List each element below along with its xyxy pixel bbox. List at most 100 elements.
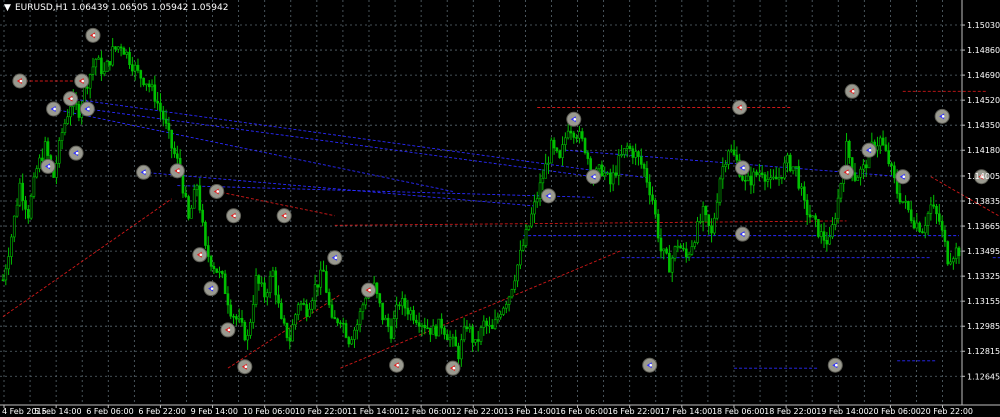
candle-body [448, 337, 452, 341]
buy-marker[interactable] [861, 142, 877, 158]
candle-body [24, 200, 27, 210]
candle-body [510, 289, 514, 298]
candle-body [268, 275, 272, 294]
buy-marker[interactable] [327, 250, 343, 266]
candle-body [299, 303, 303, 306]
time-tick-label: 5 Feb 14:00 [34, 407, 81, 416]
buy-marker[interactable] [540, 188, 556, 204]
candle-body [603, 172, 607, 177]
buy-marker[interactable] [46, 101, 62, 117]
sell-marker[interactable] [220, 322, 236, 338]
sell-marker[interactable] [192, 247, 208, 263]
candle-body [60, 132, 64, 141]
sell-marker[interactable] [74, 73, 90, 89]
buy-marker[interactable] [734, 226, 750, 242]
sell-marker[interactable] [361, 282, 377, 298]
candle-body [280, 302, 283, 319]
candle-body [549, 139, 553, 164]
candle-body [932, 204, 935, 207]
candle-body [476, 339, 480, 342]
candle-body [786, 154, 789, 164]
sell-marker[interactable] [732, 100, 748, 116]
sell-marker[interactable] [62, 91, 78, 107]
candle-body [617, 155, 621, 176]
candle-body [488, 324, 491, 327]
candle-body [766, 179, 770, 182]
candle-body [797, 166, 801, 189]
candle-body [145, 83, 148, 86]
buy-marker[interactable] [40, 158, 56, 174]
chart-menu-icon[interactable]: ▼ [4, 3, 11, 13]
candle-body [609, 172, 612, 185]
candle-body [566, 130, 570, 139]
candle-body [828, 236, 831, 245]
candle-body [468, 326, 472, 330]
candle-body [240, 318, 244, 323]
buy-marker[interactable] [827, 357, 843, 373]
buy-marker[interactable] [136, 164, 152, 180]
buy-marker[interactable] [68, 145, 84, 161]
buy-marker[interactable] [642, 357, 658, 373]
candle-body [527, 225, 531, 230]
sell-marker[interactable] [169, 163, 185, 179]
buy-marker[interactable] [895, 169, 911, 185]
candle-body [223, 273, 227, 295]
marker-dot [868, 148, 872, 152]
buy-marker[interactable] [566, 111, 582, 127]
candle-body [212, 265, 216, 270]
sell-marker[interactable] [844, 83, 860, 99]
candle-body [718, 178, 722, 203]
candle-body [271, 270, 275, 277]
candle-body [105, 61, 109, 72]
price-chart[interactable]: 1.15030 1.14860 1.14690 1.14520 1.14350 1.141… [0, 0, 1000, 417]
marker-dot [47, 165, 51, 168]
price-tick-label: 1.14860 [967, 46, 1000, 55]
sell-marker[interactable] [276, 208, 292, 224]
candle-body [729, 149, 733, 152]
marker-dot [75, 151, 79, 155]
candle-body [204, 221, 207, 246]
candle-body [415, 319, 418, 323]
chart-title[interactable]: ▼ EURUSD,H1 1.06439 1.06505 1.05942 1.05… [4, 3, 228, 13]
candle-body [853, 172, 857, 181]
sell-marker[interactable] [237, 359, 253, 375]
sell-marker[interactable] [12, 73, 28, 89]
candle-body [535, 198, 539, 203]
candle-body [552, 139, 556, 149]
buy-marker[interactable] [203, 281, 219, 297]
marker-dot [210, 287, 214, 290]
candle-body [921, 231, 924, 234]
candle-body [41, 157, 44, 162]
sell-marker[interactable] [839, 164, 855, 180]
chart-title-text: EURUSD,H1 1.06439 1.06505 1.05942 1.0594… [15, 3, 228, 13]
candle-body [578, 131, 581, 139]
sell-marker[interactable] [445, 360, 461, 376]
sell-marker[interactable] [85, 27, 101, 43]
buy-marker[interactable] [585, 169, 601, 185]
candle-body [926, 213, 930, 226]
candle-body [429, 327, 432, 335]
chart-window[interactable]: 1.15030 1.14860 1.14690 1.14520 1.14350 1.141… [0, 0, 1000, 417]
candle-body [530, 213, 533, 227]
buy-marker[interactable] [79, 101, 95, 117]
sell-marker[interactable] [209, 183, 225, 199]
candle-body [769, 177, 772, 180]
candle-body [521, 245, 525, 251]
candle-body [10, 236, 13, 257]
candle-body [732, 149, 736, 156]
candle-body [29, 195, 33, 219]
candle-body [18, 182, 22, 206]
buy-marker[interactable] [734, 160, 750, 176]
buy-marker[interactable] [934, 108, 950, 124]
candle-body [97, 57, 100, 60]
candle-body [780, 177, 784, 179]
candle-body [741, 176, 744, 181]
candle-body [235, 316, 238, 320]
candle-body [856, 176, 860, 181]
candle-body [516, 264, 519, 282]
candle-body [260, 282, 263, 285]
sell-marker[interactable] [389, 357, 405, 373]
candle-body [479, 327, 483, 342]
sell-marker[interactable] [226, 208, 242, 224]
candle-body [819, 231, 823, 237]
